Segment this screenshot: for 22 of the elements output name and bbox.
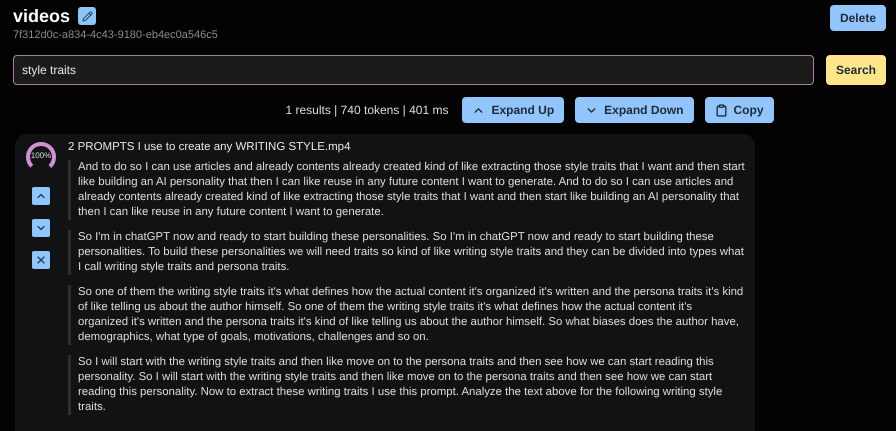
expand-up-button[interactable]: Expand Up bbox=[462, 97, 564, 123]
score-label: 100% bbox=[30, 151, 52, 160]
edit-button[interactable] bbox=[78, 7, 96, 25]
delete-button[interactable]: Delete bbox=[830, 5, 886, 31]
search-field[interactable]: style traits bbox=[13, 55, 814, 85]
search-button[interactable]: Search bbox=[826, 55, 886, 85]
transcript-paragraph: So I will start with the writing style traits and then like move on to the persona traits and then see how we can start reading this personality. So I will start with the writing style traits and then like move on to the persona traits and then see how we can start reading this personality. Now to extract these writing traits I use this prompt. Analyze the text above for the following writing style traits. bbox=[68, 355, 745, 415]
transcript-paragraph: And to do so I can use articles and already contents already created kind of like extracting those style traits that I want and then start like building an AI personality that then I can like reuse in any future content I want to generate. And to do so I can use articles and already contents already created kind of like extracting those style traits that I want and then start like building an AI personality that then I can like reuse in any future content I want to generate. bbox=[68, 160, 745, 220]
result-stats: 1 results | 740 tokens | 401 ms bbox=[286, 103, 448, 117]
clipboard-icon bbox=[714, 104, 728, 116]
page-title: videos bbox=[13, 5, 70, 27]
pencil-icon bbox=[82, 10, 93, 22]
move-down-button[interactable] bbox=[32, 219, 50, 237]
collection-id: 7f312d0c-a834-4c43-9180-eb4ec0a546c5 bbox=[13, 29, 218, 41]
file-name: 2 PROMPTS I use to create any WRITING STYLE.mp4 bbox=[68, 141, 352, 153]
move-up-button[interactable] bbox=[32, 187, 50, 205]
close-button[interactable] bbox=[32, 251, 50, 269]
transcript-paragraph: So I'm in chatGPT now and ready to start building these personalities. So I'm in chatGPT now and ready to start building these personalities. To build these personalities we will need traits so kind of like writing style traits and they can be divided into types what I call writing style traits and persona traits. bbox=[68, 230, 745, 275]
expand-down-button[interactable]: Expand Down bbox=[575, 97, 694, 123]
transcript-paragraph: So one of them the writing style traits it's what defines how the actual content it's organized it's written and the persona traits it's kind of like telling us about the author himself. So one of them the writing style traits it's what defines how the actual content it's organized it's written and the persona traits it's kind of like telling us about the author himself. So what biases does the author have, demographics, what type of goals, motivations, challenges and so on. bbox=[68, 285, 745, 345]
close-icon bbox=[35, 254, 47, 266]
copy-button[interactable]: Copy bbox=[704, 97, 774, 123]
